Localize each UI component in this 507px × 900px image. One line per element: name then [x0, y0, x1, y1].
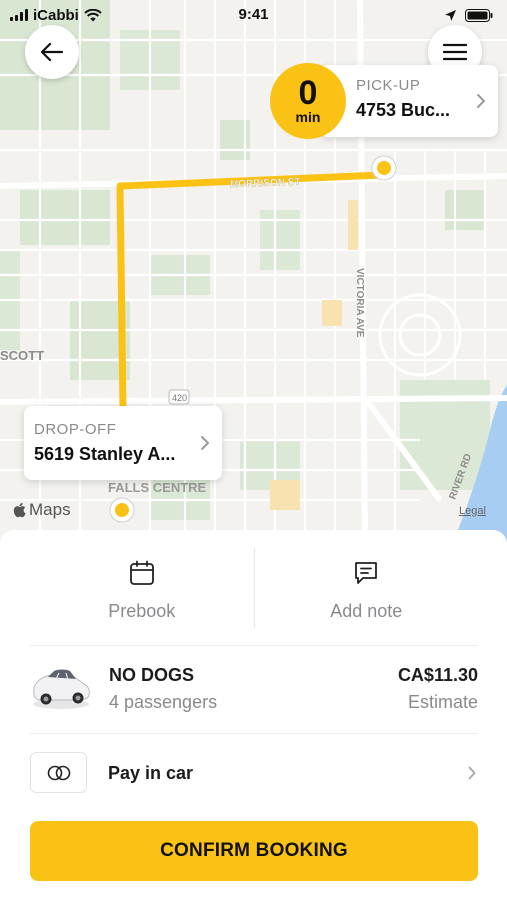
pickup-label: PICK-UP: [356, 77, 421, 94]
ride-option[interactable]: NO DOGS 4 passengers CA$11.30 Estimate: [30, 658, 478, 724]
action-row: Prebook Add note: [30, 548, 478, 646]
location-arrow-icon: [445, 9, 456, 21]
booking-sheet: Prebook Add note NO DOGS 4 passengers CA…: [0, 530, 507, 900]
payment-method-row[interactable]: Pay in car: [30, 752, 478, 794]
message-icon: [355, 562, 378, 584]
arrow-left-icon: [40, 42, 64, 62]
street-label-victoria: VICTORIA AVE: [354, 268, 365, 338]
confirm-booking-button[interactable]: CONFIRM BOOKING: [30, 821, 478, 881]
divider: [30, 645, 478, 646]
street-label-morrison: MORRISON ST: [230, 177, 301, 190]
pickup-address: 4753 Buc...: [356, 100, 451, 120]
add-note-label: Add note: [330, 601, 403, 621]
booking-screen: MORRISON ST VICTORIA AVE RIVER RD SCOTT …: [0, 0, 507, 900]
place-label-falls-centre: FALLS CENTRE: [108, 480, 207, 495]
payment-label: Pay in car: [108, 763, 194, 783]
calendar-icon: [129, 560, 154, 585]
wifi-icon: [84, 8, 102, 21]
chevron-right-icon: [201, 436, 209, 450]
maps-attribution: Maps: [13, 500, 71, 520]
payment-icon-box: [30, 752, 87, 793]
status-bar: iCabbi 9:41: [0, 0, 507, 30]
prebook-button[interactable]: Prebook: [30, 548, 254, 646]
dropoff-card[interactable]: DROP-OFF 5619 Stanley A...: [24, 406, 222, 480]
ride-price-note: Estimate: [407, 692, 478, 712]
dropoff-label: DROP-OFF: [34, 421, 117, 438]
divider: [30, 733, 478, 734]
apple-logo-icon: [13, 502, 26, 518]
back-button[interactable]: [25, 25, 79, 79]
add-note-button[interactable]: Add note: [255, 548, 479, 646]
battery-icon: [465, 8, 493, 22]
carrier-name: iCabbi: [33, 6, 79, 24]
legal-link[interactable]: Legal: [459, 505, 486, 517]
cash-icon: [47, 765, 70, 780]
chevron-right-icon: [468, 766, 476, 780]
chevron-right-icon: [477, 94, 485, 108]
eta-value: 0: [298, 74, 318, 112]
ride-passengers: 4 passengers: [109, 692, 218, 712]
maps-attribution-label: Maps: [29, 500, 71, 519]
eta-unit: min: [295, 109, 321, 125]
route-shield-label: 420: [172, 393, 187, 403]
prebook-label: Prebook: [108, 601, 176, 621]
pickup-card[interactable]: PICK-UP 4753 Buc...: [320, 65, 498, 137]
ride-name: NO DOGS: [109, 665, 195, 685]
dropoff-address: 5619 Stanley A...: [34, 444, 176, 464]
hamburger-icon: [443, 43, 467, 61]
street-label-scott: SCOTT: [0, 348, 44, 363]
signal-icon: [10, 9, 28, 21]
eta-badge: 0 min: [270, 63, 346, 139]
ride-price: CA$11.30: [397, 665, 478, 685]
car-icon: [33, 669, 90, 709]
